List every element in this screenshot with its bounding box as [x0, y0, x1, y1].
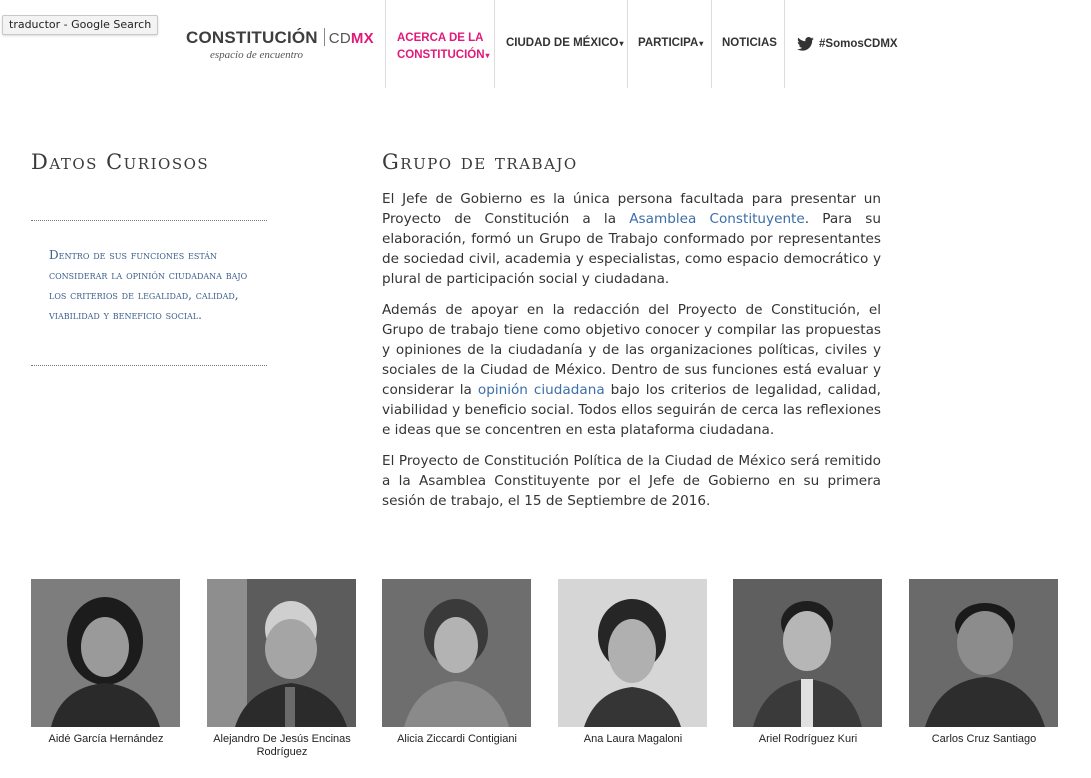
twitter-icon — [797, 37, 814, 51]
member-photo — [909, 579, 1058, 727]
member-name: Ariel Rodríguez Kuri — [758, 733, 858, 745]
chevron-down-icon: ▾ — [699, 39, 704, 48]
chevron-down-icon: ▾ — [485, 51, 490, 60]
member-photo — [558, 579, 707, 727]
member-card[interactable]: Carlos Cruz Santiago — [909, 579, 1059, 746]
page-title: Grupo de trabajo — [382, 150, 578, 174]
intro-paragraph: El Jefe de Gobierno es la única persona … — [382, 189, 881, 289]
logo-separator — [323, 28, 325, 46]
logo-main-text: CONSTITUCIÓN — [186, 28, 318, 47]
opinion-ciudadana-link[interactable]: opinión ciudadana — [478, 382, 605, 398]
nav-ciudad-de-mexico[interactable]: CIUDAD DE MÉXICO▾ — [495, 0, 628, 88]
nav-acerca-de-la-constitucion[interactable]: ACERCA DE LA CONSTITUCIÓN▾ — [385, 0, 495, 88]
nav-cdmx-label: CIUDAD DE MÉXICO — [506, 37, 619, 49]
member-name: Alicia Ziccardi Contigiani — [397, 733, 517, 745]
member-name: Carlos Cruz Santiago — [931, 733, 1037, 745]
objectives-paragraph: Además de apoyar en la redacción del Pro… — [382, 300, 881, 440]
site-logo[interactable]: CONSTITUCIÓN CDMX espacio de encuentro — [186, 28, 374, 61]
member-card[interactable]: Ariel Rodríguez Kuri — [733, 579, 883, 746]
logo-wordmark: CONSTITUCIÓN CDMX — [186, 28, 374, 48]
nav-noticias-label: NOTICIAS — [722, 37, 777, 49]
member-photo — [733, 579, 882, 727]
member-photo — [31, 579, 180, 727]
member-card[interactable]: Aidé García Hernández — [31, 579, 181, 746]
logo-subtitle: espacio de encuentro — [210, 49, 304, 61]
fun-fact-text: Dentro de sus funciones están considerar… — [49, 248, 248, 322]
nav-twitter-link[interactable]: #SomosCDMX — [785, 0, 905, 88]
member-photo — [207, 579, 356, 727]
nav-twitter-label: #SomosCDMX — [819, 38, 898, 50]
sidebar-title: Datos Curiosos — [31, 150, 210, 174]
member-card[interactable]: Alicia Ziccardi Contigiani — [382, 579, 532, 746]
nav-participa[interactable]: PARTICIPA▾ — [628, 0, 712, 88]
member-card[interactable]: Alejandro De Jesús Encinas Rodríguez — [207, 579, 357, 759]
member-name: Alejandro De Jesús Encinas Rodríguez — [213, 733, 351, 758]
site-header: CONSTITUCIÓN CDMX espacio de encuentro AC… — [0, 0, 1091, 88]
member-photo — [382, 579, 531, 727]
fun-fact-box: Dentro de sus funciones están considerar… — [31, 220, 267, 366]
remittance-paragraph: El Proyecto de Constitución Política de … — [382, 453, 881, 509]
member-name: Ana Laura Magaloni — [583, 733, 683, 745]
member-name: Aidé García Hernández — [48, 733, 164, 745]
browser-tooltip: traductor - Google Search — [2, 15, 159, 35]
nav-noticias[interactable]: NOTICIAS — [712, 0, 785, 88]
logo-mx-text: MX — [350, 30, 374, 47]
asamblea-constituyente-link[interactable]: Asamblea Constituyente — [629, 211, 805, 227]
chevron-down-icon: ▾ — [619, 39, 624, 48]
nav-acerca-label: ACERCA DE LA CONSTITUCIÓN — [397, 32, 485, 61]
member-card[interactable]: Ana Laura Magaloni — [558, 579, 708, 746]
nav-participa-label: PARTICIPA — [638, 37, 699, 49]
logo-cd-text: CD — [328, 30, 351, 47]
